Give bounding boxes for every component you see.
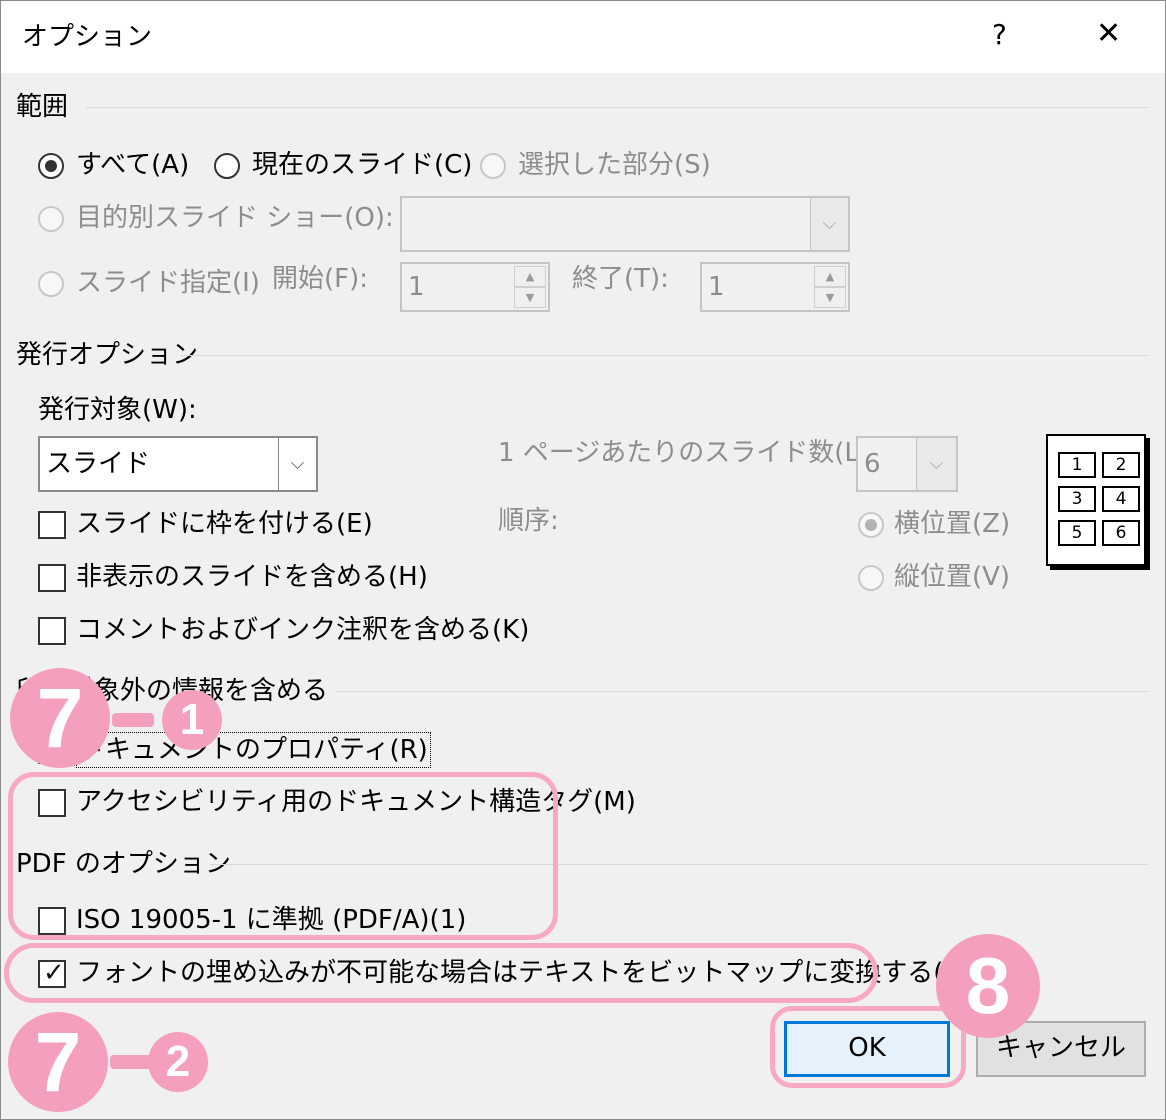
preview-cell: 3 [1058, 486, 1096, 512]
close-button[interactable]: ✕ [1096, 16, 1121, 51]
title-bar [1, 1, 1165, 73]
publish-heading: 発行オプション [16, 340, 199, 370]
chevron-down-icon: ⌵ [916, 438, 956, 490]
spin-up-icon: ▲ [514, 266, 546, 287]
label-horizontal: 横位置(Z) [894, 509, 1011, 539]
nonprint-divider [336, 691, 1148, 692]
checkbox-frame-slides[interactable] [38, 511, 66, 539]
label-all[interactable]: すべて(A) [76, 148, 189, 182]
radio-dot [865, 519, 877, 531]
range-divider [86, 107, 1148, 108]
radio-slides [38, 271, 64, 297]
label-doc-props[interactable]: ドキュメントのプロパティ(R) [76, 732, 431, 768]
dialog-title: オプション [22, 22, 153, 52]
spin-down-icon: ▼ [514, 287, 546, 308]
label-vertical: 縦位置(V) [894, 562, 1011, 592]
per-page-label: 1 ページあたりのスライド数(L): [498, 438, 878, 468]
badge-dash [110, 1055, 152, 1069]
radio-selection [480, 153, 506, 179]
label-end: 終了(T): [572, 264, 669, 294]
chevron-down-icon[interactable]: ⌵ [278, 438, 316, 490]
start-spinner: 1 ▲ ▼ [400, 262, 550, 312]
label-start: 開始(F): [272, 264, 369, 294]
per-page-value: 6 [864, 449, 881, 479]
radio-horizontal [858, 512, 884, 538]
checkbox-comments[interactable] [38, 617, 66, 645]
spin-up-icon: ▲ [814, 266, 846, 287]
badge-7-2-sub: 2 [148, 1032, 208, 1092]
label-frame-slides[interactable]: スライドに枠を付ける(E) [76, 507, 373, 541]
label-slides: スライド指定(I) [76, 268, 260, 298]
end-spinner: 1 ▲ ▼ [700, 262, 850, 312]
target-label: 発行対象(W): [38, 395, 197, 425]
label-hidden-slides[interactable]: 非表示のスライドを含める(H) [76, 560, 428, 594]
label-custom-show: 目的別スライド ショー(O): [76, 203, 394, 233]
order-label: 順序: [498, 506, 559, 536]
end-value: 1 [708, 272, 725, 302]
label-current[interactable]: 現在のスライド(C) [252, 148, 472, 182]
radio-dot [45, 160, 57, 172]
range-heading: 範囲 [16, 92, 69, 122]
chevron-down-icon: ⌵ [810, 198, 848, 250]
spin-down-icon: ▼ [814, 287, 846, 308]
badge-7-2: 7 [8, 1012, 108, 1112]
layout-preview: 1 2 3 4 5 6 [1046, 434, 1146, 566]
radio-current[interactable] [214, 153, 240, 179]
preview-cell: 6 [1102, 520, 1140, 546]
annotation-outline-7-2 [4, 943, 878, 1003]
badge-7-1-sub: 1 [162, 690, 222, 750]
badge-7-1: 7 [10, 668, 110, 768]
preview-cell: 1 [1058, 452, 1096, 478]
label-selection: 選択した部分(S) [518, 150, 711, 180]
close-icon: ✕ [1096, 16, 1122, 51]
checkbox-hidden-slides[interactable] [38, 564, 66, 592]
publish-divider [180, 355, 1148, 356]
target-value: スライド [46, 449, 151, 479]
radio-vertical [858, 565, 884, 591]
help-button[interactable]: ? [992, 18, 1007, 51]
preview-cell: 2 [1102, 452, 1140, 478]
annotation-outline-8 [770, 1006, 966, 1088]
per-page-dropdown: 6 ⌵ [856, 436, 958, 492]
radio-custom-show [38, 206, 64, 232]
preview-cell: 5 [1058, 520, 1096, 546]
annotation-outline-7-1 [8, 772, 558, 940]
custom-show-dropdown: ⌵ [400, 196, 850, 252]
badge-8: 8 [936, 934, 1040, 1038]
radio-all[interactable] [38, 153, 64, 179]
badge-dash [112, 713, 154, 727]
preview-cell: 4 [1102, 486, 1140, 512]
label-comments[interactable]: コメントおよびインク注釈を含める(K) [76, 613, 529, 647]
target-dropdown[interactable]: スライド ⌵ [38, 436, 318, 492]
start-value: 1 [408, 272, 425, 302]
